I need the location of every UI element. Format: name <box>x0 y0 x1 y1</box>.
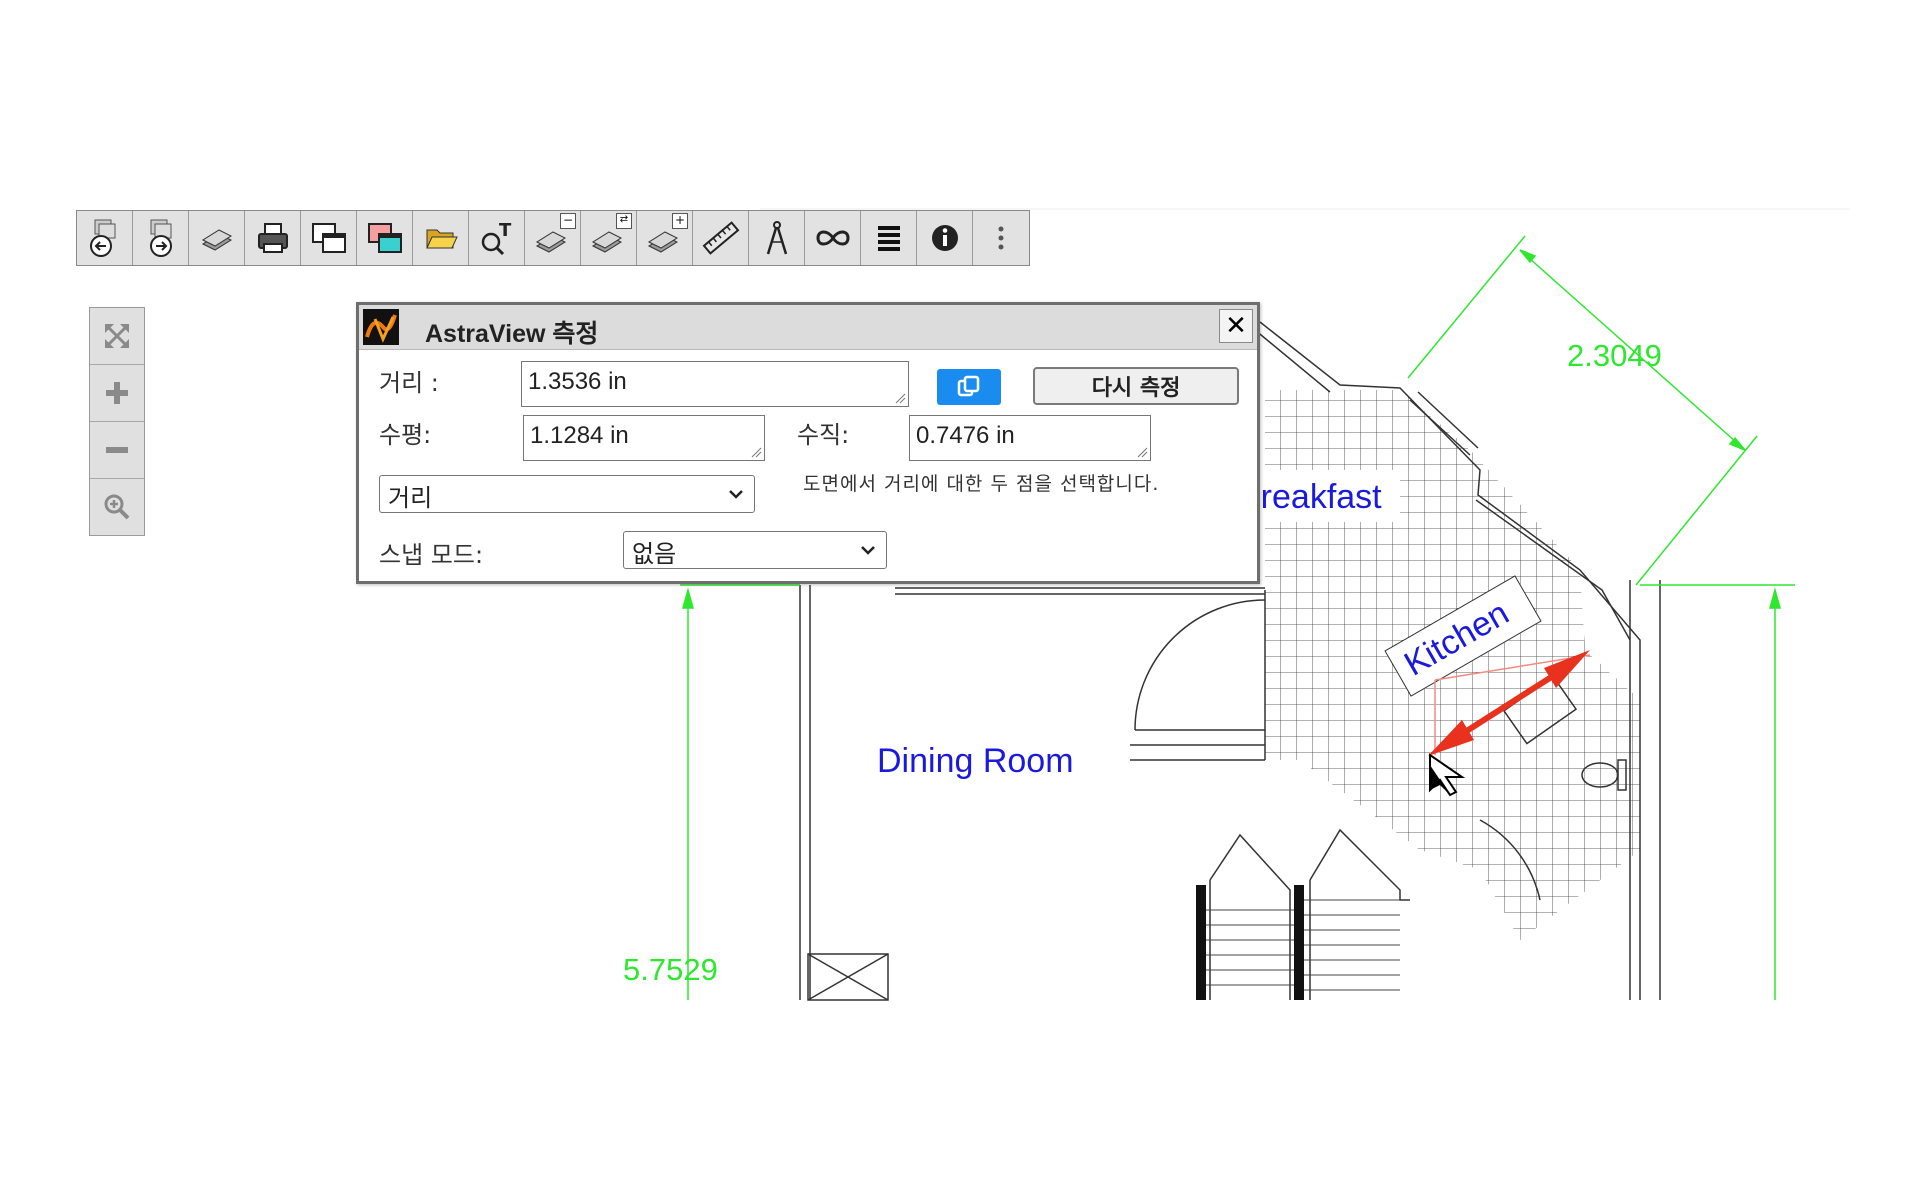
remeasure-button[interactable]: 다시 측정 <box>1033 367 1239 405</box>
zoom-out-button[interactable] <box>90 422 144 479</box>
pages-forward-icon <box>149 219 172 257</box>
distance-field[interactable]: 1.3536 in <box>521 361 909 407</box>
compass-icon <box>766 221 787 255</box>
horizontal-label: 수평: <box>379 421 432 449</box>
floor-plan-drawing[interactable] <box>0 0 1920 1200</box>
measure-dialog: AstraView 측정 ✕ 거리 : 1.3536 in 다시 측정 수평: … <box>356 302 1260 584</box>
dimension-label-diagonal: 2.3049 <box>1567 338 1662 373</box>
magnifier-plus-icon <box>104 494 130 520</box>
room-label-dining: Dining Room <box>877 742 1074 780</box>
ruler-icon <box>702 221 739 255</box>
resize-grip-icon <box>895 393 906 404</box>
plus-badge-icon: + <box>672 213 688 229</box>
plus-icon <box>106 382 128 404</box>
horizontal-value: 1.1284 in <box>530 422 629 449</box>
layer-stack-icon <box>201 229 232 251</box>
search-text-icon: T <box>481 220 512 256</box>
windows-overlay-icon <box>311 223 346 253</box>
compass-button[interactable] <box>749 211 805 265</box>
snap-mode-label: 스냅 모드: <box>379 541 484 569</box>
main-toolbar: T − ⇄ + <box>76 210 1030 266</box>
snap-mode-value: 없음 <box>632 540 677 568</box>
snap-mode-select[interactable]: 없음 <box>623 531 887 569</box>
text-search-button[interactable]: T <box>469 211 525 265</box>
copy-icon <box>957 375 980 397</box>
minus-badge-icon: − <box>560 213 576 229</box>
zoom-panel <box>89 307 145 536</box>
measure-mode-value: 거리 <box>388 484 433 512</box>
link-button[interactable] <box>805 211 861 265</box>
vertical-field[interactable]: 0.7476 in <box>909 415 1151 461</box>
vertical-ellipsis-icon <box>998 226 1004 250</box>
swap-layer-button[interactable]: ⇄ <box>581 211 637 265</box>
list-lines-icon <box>877 226 900 251</box>
back-view-button[interactable] <box>77 211 133 265</box>
info-button[interactable] <box>917 211 973 265</box>
horizontal-field[interactable]: 1.1284 in <box>523 415 765 461</box>
chevron-down-icon <box>861 546 875 555</box>
windows-color-icon <box>367 223 402 253</box>
astraview-logo-icon <box>363 309 399 345</box>
measure-button[interactable] <box>693 211 749 265</box>
remove-layer-button[interactable]: − <box>525 211 581 265</box>
chevron-down-icon <box>729 490 743 499</box>
vertical-label: 수직: <box>797 421 850 449</box>
dimension-label-vertical: 5.7529 <box>623 952 718 987</box>
compare-windows-button[interactable] <box>301 211 357 265</box>
measure-mode-select[interactable]: 거리 <box>379 475 755 513</box>
info-icon <box>931 225 958 251</box>
print-button[interactable] <box>245 211 301 265</box>
layers-button[interactable] <box>189 211 245 265</box>
add-layer-button[interactable]: + <box>637 211 693 265</box>
more-button[interactable] <box>973 211 1029 265</box>
minus-icon <box>106 447 128 453</box>
dialog-titlebar[interactable]: AstraView 측정 ✕ <box>359 305 1257 350</box>
vertical-value: 0.7476 in <box>916 422 1015 449</box>
pages-back-icon <box>89 219 115 257</box>
zoom-magnify-button[interactable] <box>90 479 144 535</box>
resize-grip-icon <box>1137 447 1148 458</box>
distance-value: 1.3536 in <box>528 368 627 395</box>
printer-icon <box>257 223 288 253</box>
close-icon: ✕ <box>1225 311 1247 341</box>
hint-text: 도면에서 거리에 대한 두 점을 선택합니다. <box>803 473 1160 495</box>
fit-button[interactable] <box>90 308 144 365</box>
copy-button[interactable] <box>937 369 1001 405</box>
svg-text:T: T <box>499 220 512 241</box>
folder-open-icon <box>425 229 458 249</box>
forward-view-button[interactable] <box>133 211 189 265</box>
menu-button[interactable] <box>861 211 917 265</box>
overlay-color-button[interactable] <box>357 211 413 265</box>
infinity-icon <box>815 230 850 246</box>
dialog-title: AstraView 측정 <box>425 320 599 348</box>
fit-arrows-icon <box>105 324 129 348</box>
zoom-in-button[interactable] <box>90 365 144 422</box>
close-button[interactable]: ✕ <box>1219 309 1253 343</box>
resize-grip-icon <box>751 447 762 458</box>
swap-badge-icon: ⇄ <box>616 213 632 229</box>
open-file-button[interactable] <box>413 211 469 265</box>
distance-label: 거리 : <box>379 369 439 397</box>
